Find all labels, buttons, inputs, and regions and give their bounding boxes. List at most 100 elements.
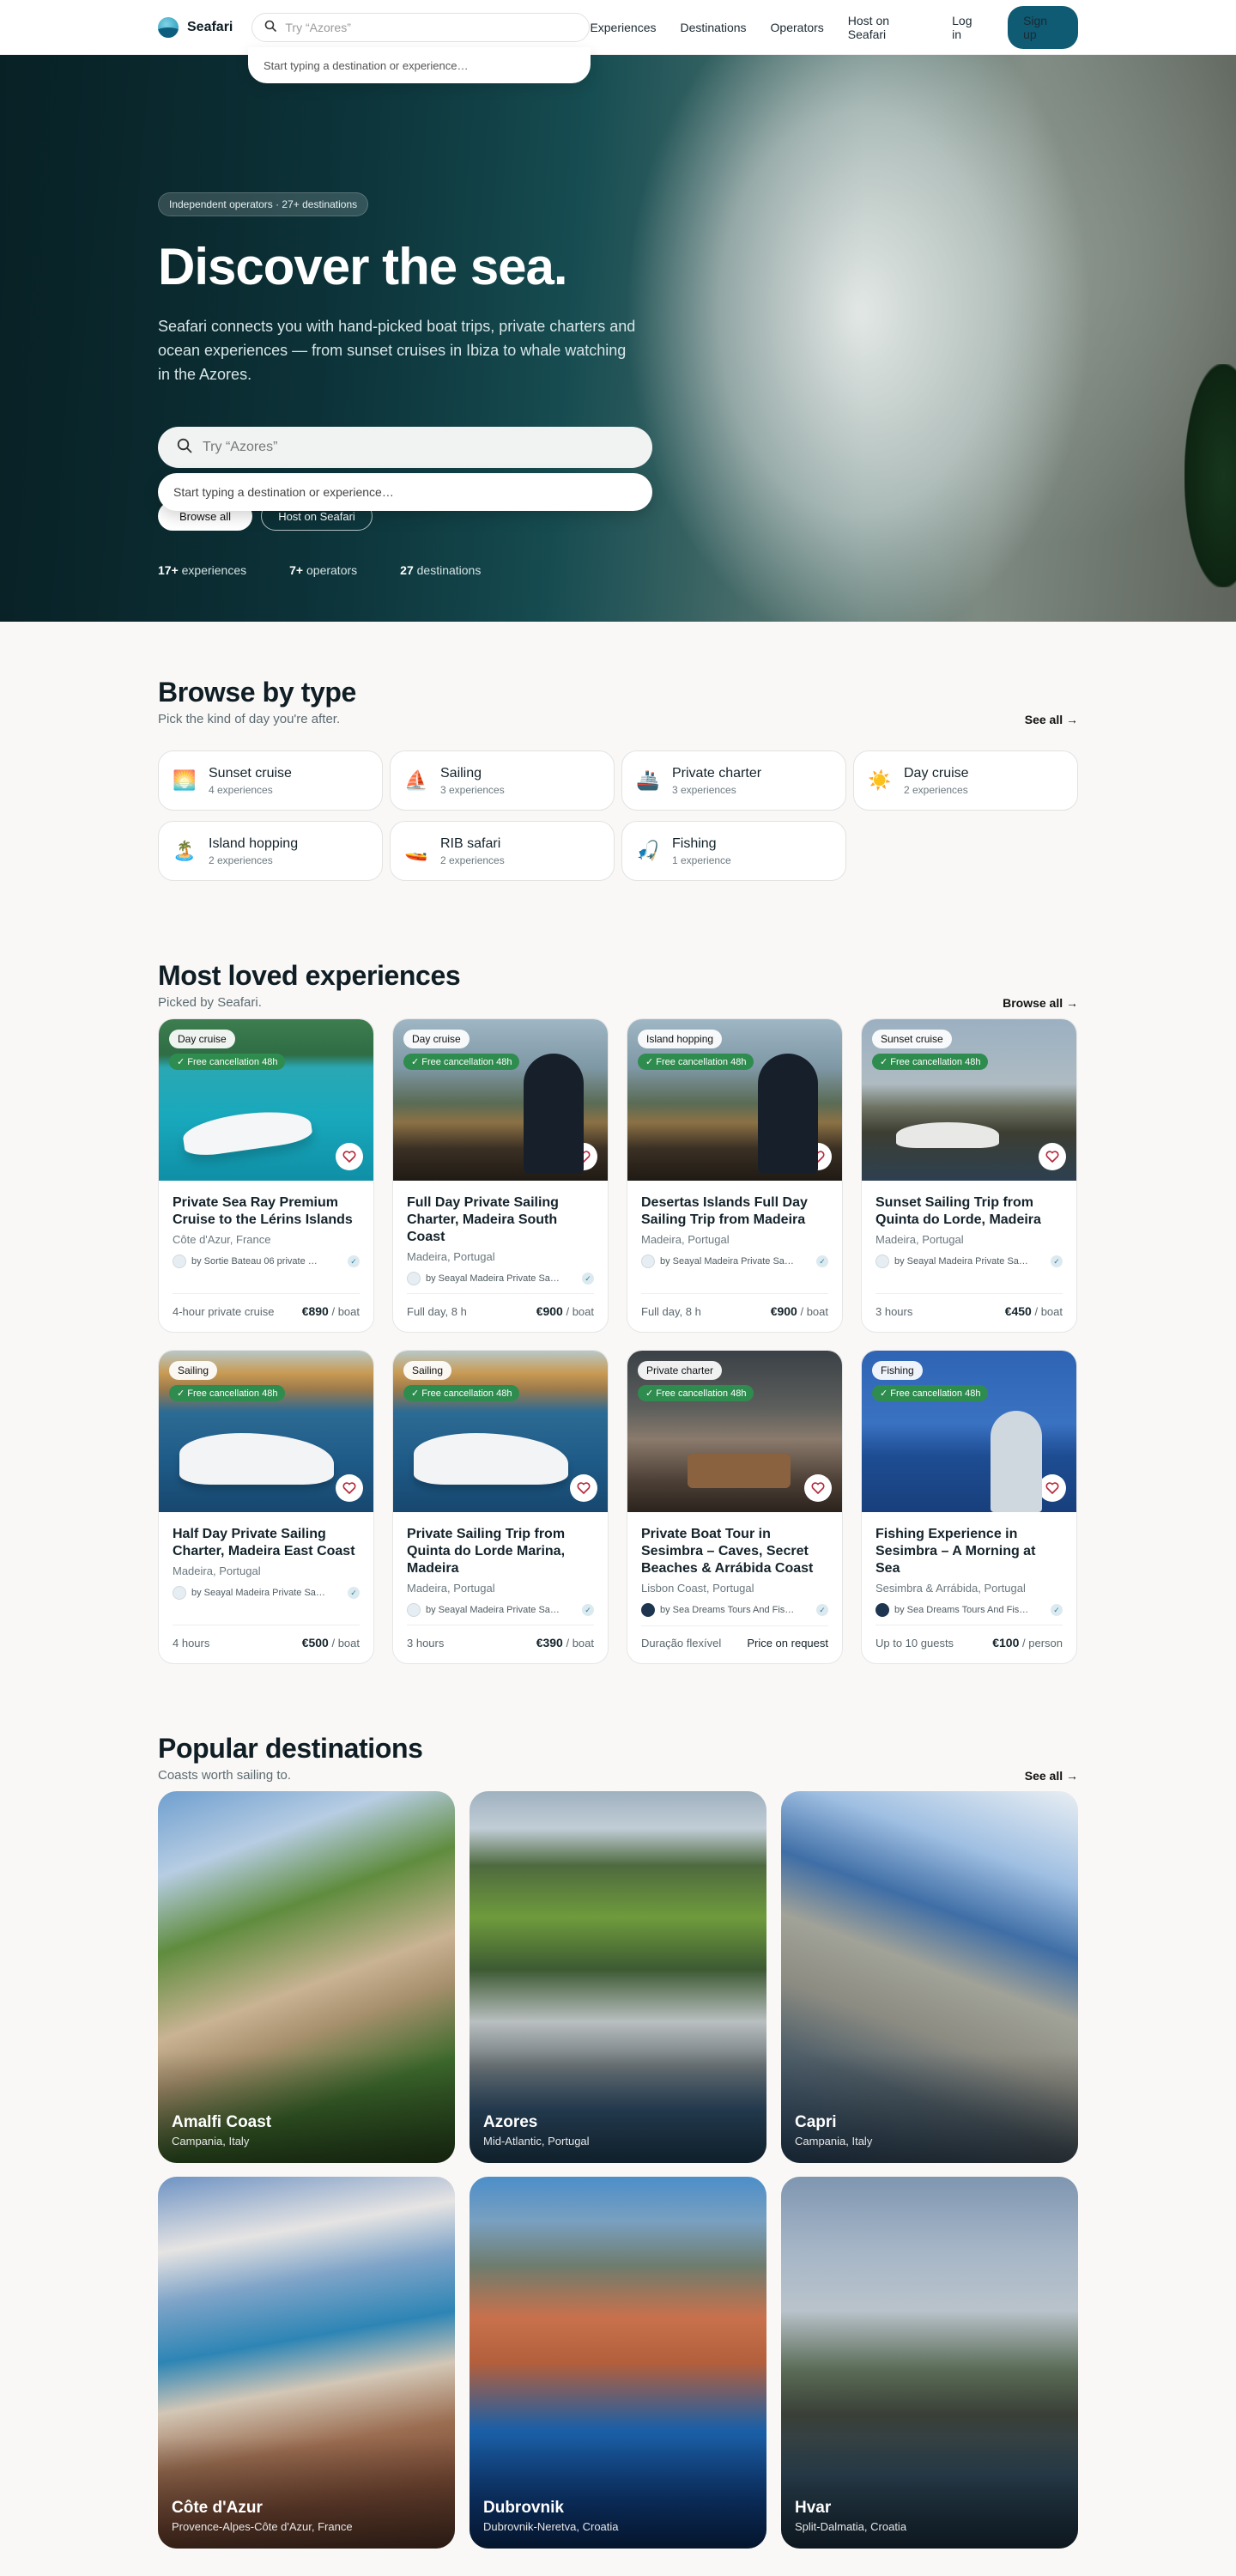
experience-price: €500 / boat <box>301 1636 360 1649</box>
free-cancellation-badge: ✓ Free cancellation 48h <box>403 1385 520 1401</box>
type-card-sunset-cruise[interactable]: 🌅 Sunset cruise 4 experiences <box>158 750 383 811</box>
experience-duration: Duração flexível <box>641 1637 722 1649</box>
experience-title: Desertas Islands Full Day Sailing Trip f… <box>641 1195 808 1227</box>
experience-price: €900 / boat <box>536 1304 594 1318</box>
type-card-fishing[interactable]: 🎣 Fishing 1 experience <box>621 821 846 881</box>
type-card-island-hopping[interactable]: 🏝️ Island hopping 2 experiences <box>158 821 383 881</box>
experience-photo: Private charter ✓ Free cancellation 48h <box>627 1351 842 1512</box>
experience-card[interactable]: Day cruise ✓ Free cancellation 48h Priva… <box>158 1018 374 1333</box>
destination-card-cote-dazur[interactable]: Côte d'Azur Provence-Alpes-Côte d'Azur, … <box>158 2177 455 2549</box>
destination-card-capri[interactable]: Capri Campania, Italy <box>781 1791 1078 2163</box>
operator-name[interactable]: by Sea Dreams Tours And Fis… <box>894 1605 1028 1615</box>
type-name: Fishing <box>672 835 717 851</box>
sailboat-icon: ⛵ <box>404 769 428 791</box>
type-card-sailing[interactable]: ⛵ Sailing 3 experiences <box>390 750 615 811</box>
category-tag: Island hopping <box>638 1030 723 1048</box>
operator-name[interactable]: by Seayal Madeira Private Sa… <box>426 1273 560 1284</box>
logo[interactable]: Seafari <box>158 17 233 38</box>
experience-footer: 4 hours €500 / boat <box>173 1625 360 1649</box>
heart-icon[interactable] <box>804 1143 832 1170</box>
experience-location: Sesimbra & Arrábida, Portugal <box>876 1582 1026 1595</box>
experiences-browse-all-link[interactable]: Browse all → <box>1003 996 1078 1010</box>
experience-card[interactable]: Fishing ✓ Free cancellation 48h Fishing … <box>861 1350 1077 1664</box>
experience-photo: Island hopping ✓ Free cancellation 48h <box>627 1019 842 1181</box>
operator-logo <box>407 1603 421 1617</box>
heart-icon[interactable] <box>336 1474 363 1502</box>
section-subtitle: Picked by Seafari. <box>158 995 262 1010</box>
experiences-section: Most loved experiences Picked by Seafari… <box>158 960 1078 1681</box>
operator-name[interactable]: by Seayal Madeira Private Sa… <box>191 1588 325 1598</box>
experience-duration: Full day, 8 h <box>641 1305 701 1318</box>
category-tag: Day cruise <box>403 1030 470 1048</box>
heart-icon[interactable] <box>1039 1474 1066 1502</box>
experience-price: Price on request <box>747 1637 828 1649</box>
nav-search-input[interactable] <box>285 21 560 34</box>
operator-logo <box>876 1603 889 1617</box>
heart-icon[interactable] <box>570 1143 597 1170</box>
hero: Independent operators · 27+ destinations… <box>0 55 1236 622</box>
free-cancellation-badge: ✓ Free cancellation 48h <box>169 1054 286 1070</box>
destination-grid: Amalfi Coast Campania, Italy Azores Mid-… <box>158 1791 1078 2549</box>
login-link[interactable]: Log in <box>952 14 984 41</box>
experience-card[interactable]: Day cruise ✓ Free cancellation 48h Full … <box>392 1018 609 1333</box>
section-title: Browse by type <box>158 677 356 708</box>
nav-link-operators[interactable]: Operators <box>771 21 824 34</box>
destination-card-amalfi[interactable]: Amalfi Coast Campania, Italy <box>158 1791 455 2163</box>
experience-body: Private Sea Ray Premium Cruise to the Lé… <box>159 1181 373 1268</box>
operator-name[interactable]: by Seayal Madeira Private Sa… <box>894 1256 1028 1267</box>
category-tag: Fishing <box>872 1361 923 1380</box>
type-name: Private charter <box>672 765 762 781</box>
experience-card[interactable]: Sailing ✓ Free cancellation 48h Half Day… <box>158 1350 374 1664</box>
type-count: 1 experience <box>672 854 731 866</box>
type-card-private-charter[interactable]: 🚢 Private charter 3 experiences <box>621 750 846 811</box>
experience-card[interactable]: Sunset cruise ✓ Free cancellation 48h Su… <box>861 1018 1077 1333</box>
type-card-day-cruise[interactable]: ☀️ Day cruise 2 experiences <box>853 750 1078 811</box>
nav-search[interactable] <box>251 13 591 42</box>
experience-price: €450 / boat <box>1004 1304 1063 1318</box>
destination-region: Dubrovnik-Neretva, Croatia <box>483 2520 619 2533</box>
experience-card[interactable]: Sailing ✓ Free cancellation 48h Private … <box>392 1350 609 1664</box>
experience-body: Half Day Private Sailing Charter, Madeir… <box>159 1512 373 1600</box>
destinations-see-all-link[interactable]: See all → <box>1025 1769 1078 1783</box>
verified-check-icon: ✓ <box>348 1587 360 1599</box>
island-icon: 🏝️ <box>173 840 197 861</box>
hero-search-input[interactable] <box>203 440 615 455</box>
heart-icon[interactable] <box>570 1474 597 1502</box>
ship-icon: 🚢 <box>636 769 660 791</box>
nav-link-destinations[interactable]: Destinations <box>680 21 746 34</box>
experience-card[interactable]: Island hopping ✓ Free cancellation 48h D… <box>627 1018 843 1333</box>
operator-row: by Sea Dreams Tours And Fis… ✓ <box>876 1603 1063 1617</box>
operator-name[interactable]: by Seayal Madeira Private Sa… <box>660 1256 794 1267</box>
nav-link-experiences[interactable]: Experiences <box>590 21 656 34</box>
experience-duration: 3 hours <box>407 1637 445 1649</box>
destination-region: Split-Dalmatia, Croatia <box>795 2520 907 2533</box>
nav-link-host[interactable]: Host on Seafari <box>848 14 928 41</box>
free-cancellation-badge: ✓ Free cancellation 48h <box>169 1385 286 1401</box>
experience-photo: Day cruise ✓ Free cancellation 48h <box>393 1019 608 1181</box>
operator-name[interactable]: by Sea Dreams Tours And Fis… <box>660 1605 794 1615</box>
experience-body: Sunset Sailing Trip from Quinta do Lorde… <box>862 1181 1076 1268</box>
operator-name[interactable]: by Seayal Madeira Private Sa… <box>426 1605 560 1615</box>
experience-location: Madeira, Portugal <box>407 1250 495 1263</box>
verified-check-icon: ✓ <box>1051 1604 1063 1616</box>
verified-check-icon: ✓ <box>348 1255 360 1267</box>
destination-card-azores[interactable]: Azores Mid-Atlantic, Portugal <box>470 1791 766 2163</box>
heart-icon[interactable] <box>804 1474 832 1502</box>
operator-logo <box>876 1255 889 1268</box>
types-see-all-link[interactable]: See all → <box>1025 713 1078 726</box>
experience-duration: 4-hour private cruise <box>173 1305 275 1318</box>
operator-row: by Seayal Madeira Private Sa… ✓ <box>407 1272 594 1285</box>
destination-card-dubrovnik[interactable]: Dubrovnik Dubrovnik-Neretva, Croatia <box>470 2177 766 2549</box>
experience-card[interactable]: Private charter ✓ Free cancellation 48h … <box>627 1350 843 1664</box>
heart-icon[interactable] <box>336 1143 363 1170</box>
destination-name: Dubrovnik <box>483 2499 564 2517</box>
hero-badge: Independent operators · 27+ destinations <box>158 192 369 216</box>
operator-name[interactable]: by Sortie Bateau 06 private … <box>191 1256 318 1267</box>
experience-location: Madeira, Portugal <box>876 1233 964 1246</box>
type-card-rib-safari[interactable]: 🚤 RIB safari 2 experiences <box>390 821 615 881</box>
destination-card-hvar[interactable]: Hvar Split-Dalmatia, Croatia <box>781 2177 1078 2549</box>
hero-search[interactable] <box>158 427 652 468</box>
type-name: Sunset cruise <box>209 765 292 781</box>
signup-button[interactable]: Sign up <box>1008 6 1078 49</box>
heart-icon[interactable] <box>1039 1143 1066 1170</box>
